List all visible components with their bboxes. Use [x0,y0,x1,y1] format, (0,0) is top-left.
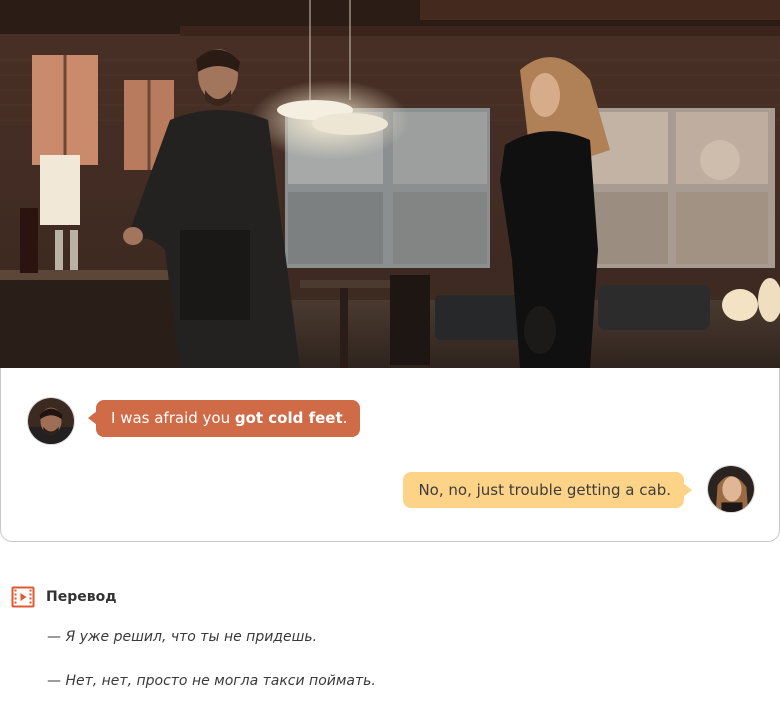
film-play-icon [11,586,35,608]
dialogue-bubble-woman: No, no, just trouble getting a cab. [403,472,692,508]
dialogue-bubble-man: I was afraid you got cold feet. [87,400,361,437]
translation-title: Перевод [46,589,117,605]
speaker-avatar-woman [707,465,755,513]
man-avatar-image [28,398,74,444]
bubble-text-highlight: got cold feet [234,409,343,427]
movie-scene-image [0,0,780,368]
bubble-text-regular: I was afraid you [111,409,235,427]
translation-header: Перевод [11,585,117,609]
dialogue-card: I was afraid you got cold feet. No, no, … [0,368,780,542]
translation-section: Перевод — Я уже решил, что ты не придешь… [0,542,780,708]
bubble-text: No, no, just trouble getting a cab. [418,481,671,499]
speaker-avatar-man [27,397,75,445]
translation-line-2: — Нет, нет, просто не могла такси поймат… [47,673,376,689]
scene-illustration [0,0,780,368]
bubble-text-end: . [342,409,348,427]
woman-avatar-image [708,466,754,512]
translation-line-1: — Я уже решил, что ты не придешь. [47,629,318,645]
